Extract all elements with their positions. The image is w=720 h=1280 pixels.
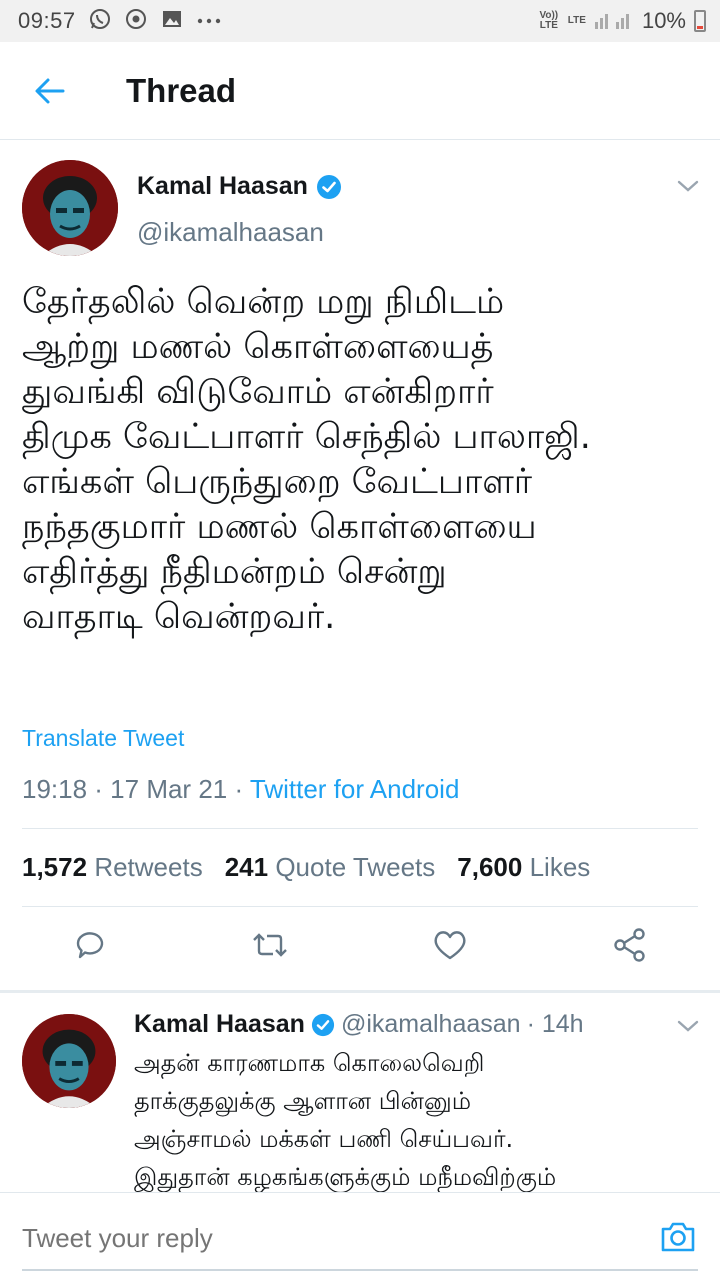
heart-icon [434,931,466,960]
camera-button[interactable] [658,1217,698,1257]
tweet-stats: 1,572 Retweets 241 Quote Tweets 7,600 Li… [22,852,590,883]
quote-tweets-stat[interactable]: 241 Quote Tweets [225,852,436,883]
more-notifications-icon [196,7,222,36]
reply-age: · 14h [526,1010,584,1038]
lte-indicator: LTE [567,15,586,26]
tweet-meta: 19:18 · 17 Mar 21 · Twitter for Android [22,774,459,805]
battery-percent: 10% [641,8,686,33]
chrome-icon [124,7,148,36]
retweets-label: Retweets [94,852,203,882]
battery-icon [694,10,706,32]
reply-composer [0,1192,720,1280]
reply-input[interactable] [22,1223,582,1254]
quote-tweets-label: Quote Tweets [275,852,436,882]
reply-button[interactable] [70,925,110,965]
back-arrow-icon [35,78,65,103]
share-icon [614,928,645,962]
reply-author-handle[interactable]: @ikamalhaasan [341,1010,521,1039]
back-button[interactable] [20,61,80,121]
author-name[interactable]: Kamal Haasan [137,172,308,201]
reply-options-button[interactable] [676,1018,700,1039]
tweet-options-button[interactable] [676,178,700,199]
page-title: Thread [126,71,237,109]
status-right: Vo)) LTE LTE 10% [538,8,706,35]
author-name-row: Kamal Haasan [137,172,342,201]
verified-badge-icon [316,174,341,199]
app-header: Thread [0,42,720,140]
like-button[interactable] [430,925,470,965]
likes-count: 7,600 [457,852,523,882]
avatar[interactable] [22,160,118,256]
retweet-button[interactable] [250,925,290,965]
likes-label: Likes [529,852,591,882]
notification-icons [88,7,222,36]
reply-header: Kamal Haasan @ikamalhaasan · 14h [134,1010,584,1039]
volte-indicator: Vo)) LTE [539,10,559,31]
divider [22,828,698,829]
likes-stat[interactable]: 7,600 Likes [457,852,590,883]
translate-tweet-link[interactable]: Translate Tweet [22,725,184,752]
gallery-icon [160,7,184,36]
tweet-text: தேர்தலில் வென்ற மறு நிமிடம் ஆற்று மணல் க… [22,282,591,637]
input-underline [22,1269,698,1271]
whatsapp-icon [88,7,112,36]
share-button[interactable] [610,925,650,965]
camera-icon [661,1222,695,1252]
retweets-stat[interactable]: 1,572 Retweets [22,852,203,883]
section-separator [0,990,720,993]
reply-tweet-text: அதன் காரணமாக கொலைவெறி தாக்குதலுக்கு ஆளான… [134,1049,557,1191]
status-time: 09:57 [18,8,76,33]
tweet-source-link[interactable]: Twitter for Android [250,774,460,804]
retweet-icon [253,933,287,957]
chevron-down-icon [677,1020,699,1032]
author-handle[interactable]: @ikamalhaasan [137,217,324,248]
retweets-count: 1,572 [22,852,88,882]
divider [22,906,698,907]
verified-badge-icon [311,1013,335,1036]
tweet-actions [0,925,720,975]
chevron-down-icon [677,180,699,192]
reply-avatar[interactable] [22,1014,116,1108]
status-bar: 09:57 Vo)) LTE LTE 10% [0,0,720,42]
signal-icon [594,8,634,35]
reply-author-name[interactable]: Kamal Haasan [134,1010,305,1039]
reply-icon [76,932,104,959]
tweet-timestamp: 19:18 · 17 Mar 21 · [22,774,250,804]
quote-tweets-count: 241 [224,852,269,882]
